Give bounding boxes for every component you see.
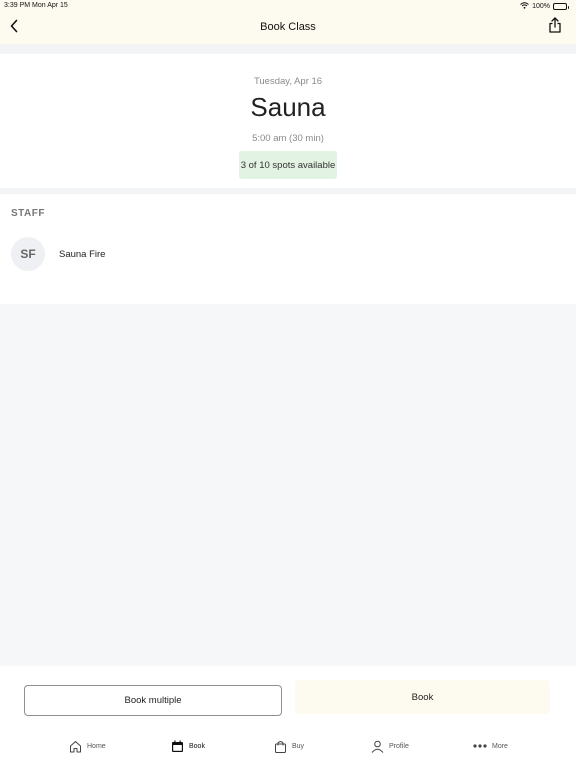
avatar: SF [11, 237, 45, 271]
header-divider [0, 44, 576, 54]
staff-section: STAFF SF Sauna Fire [0, 194, 576, 304]
class-name: Sauna [250, 92, 326, 122]
class-info-card: Tuesday, Apr 16 Sauna 5:00 am (30 min) 3… [0, 54, 576, 188]
bag-icon [273, 739, 287, 753]
spots-available-badge: 3 of 10 spots available [239, 151, 337, 179]
page-title: Book Class [260, 21, 316, 33]
wifi-icon [520, 2, 529, 11]
content-empty-area [0, 304, 576, 666]
tab-label-buy: Buy [292, 742, 305, 750]
staff-row[interactable]: SF Sauna Fire [11, 236, 311, 272]
tab-label-book: Book [189, 742, 205, 750]
staff-heading: STAFF [11, 208, 45, 219]
more-dots-icon [473, 739, 487, 753]
class-date: Tuesday, Apr 16 [253, 76, 323, 87]
book-multiple-button[interactable]: Book multiple [24, 685, 282, 716]
book-button[interactable]: Book [295, 680, 550, 714]
staff-name: Sauna Fire [59, 248, 106, 260]
status-time: 3:39 PM Mon Apr 15 [4, 2, 68, 9]
tab-buy[interactable]: Buy [273, 738, 304, 754]
share-button[interactable] [546, 16, 564, 38]
nav-header: Book Class [0, 12, 576, 44]
tab-home[interactable]: Home [68, 738, 106, 754]
status-bar: 3:39 PM Mon Apr 15 100% [0, 0, 576, 12]
class-time: 5:00 am (30 min) [252, 133, 324, 144]
tab-bar: Home Book Buy Profile More [0, 726, 576, 768]
calendar-icon [170, 739, 184, 753]
tab-label-more: More [492, 742, 508, 750]
home-icon [68, 739, 82, 753]
battery-percent: 100% [532, 3, 550, 10]
battery-icon [553, 3, 569, 10]
tab-label-profile: Profile [389, 742, 409, 750]
action-bar: Book multiple Book [0, 666, 576, 726]
share-icon [548, 16, 562, 38]
status-indicators: 100% [520, 2, 569, 11]
tab-profile[interactable]: Profile [370, 738, 409, 754]
tab-book[interactable]: Book [170, 738, 205, 754]
person-icon [370, 739, 384, 753]
tab-more[interactable]: More [473, 738, 508, 754]
tab-label-home: Home [87, 742, 106, 750]
